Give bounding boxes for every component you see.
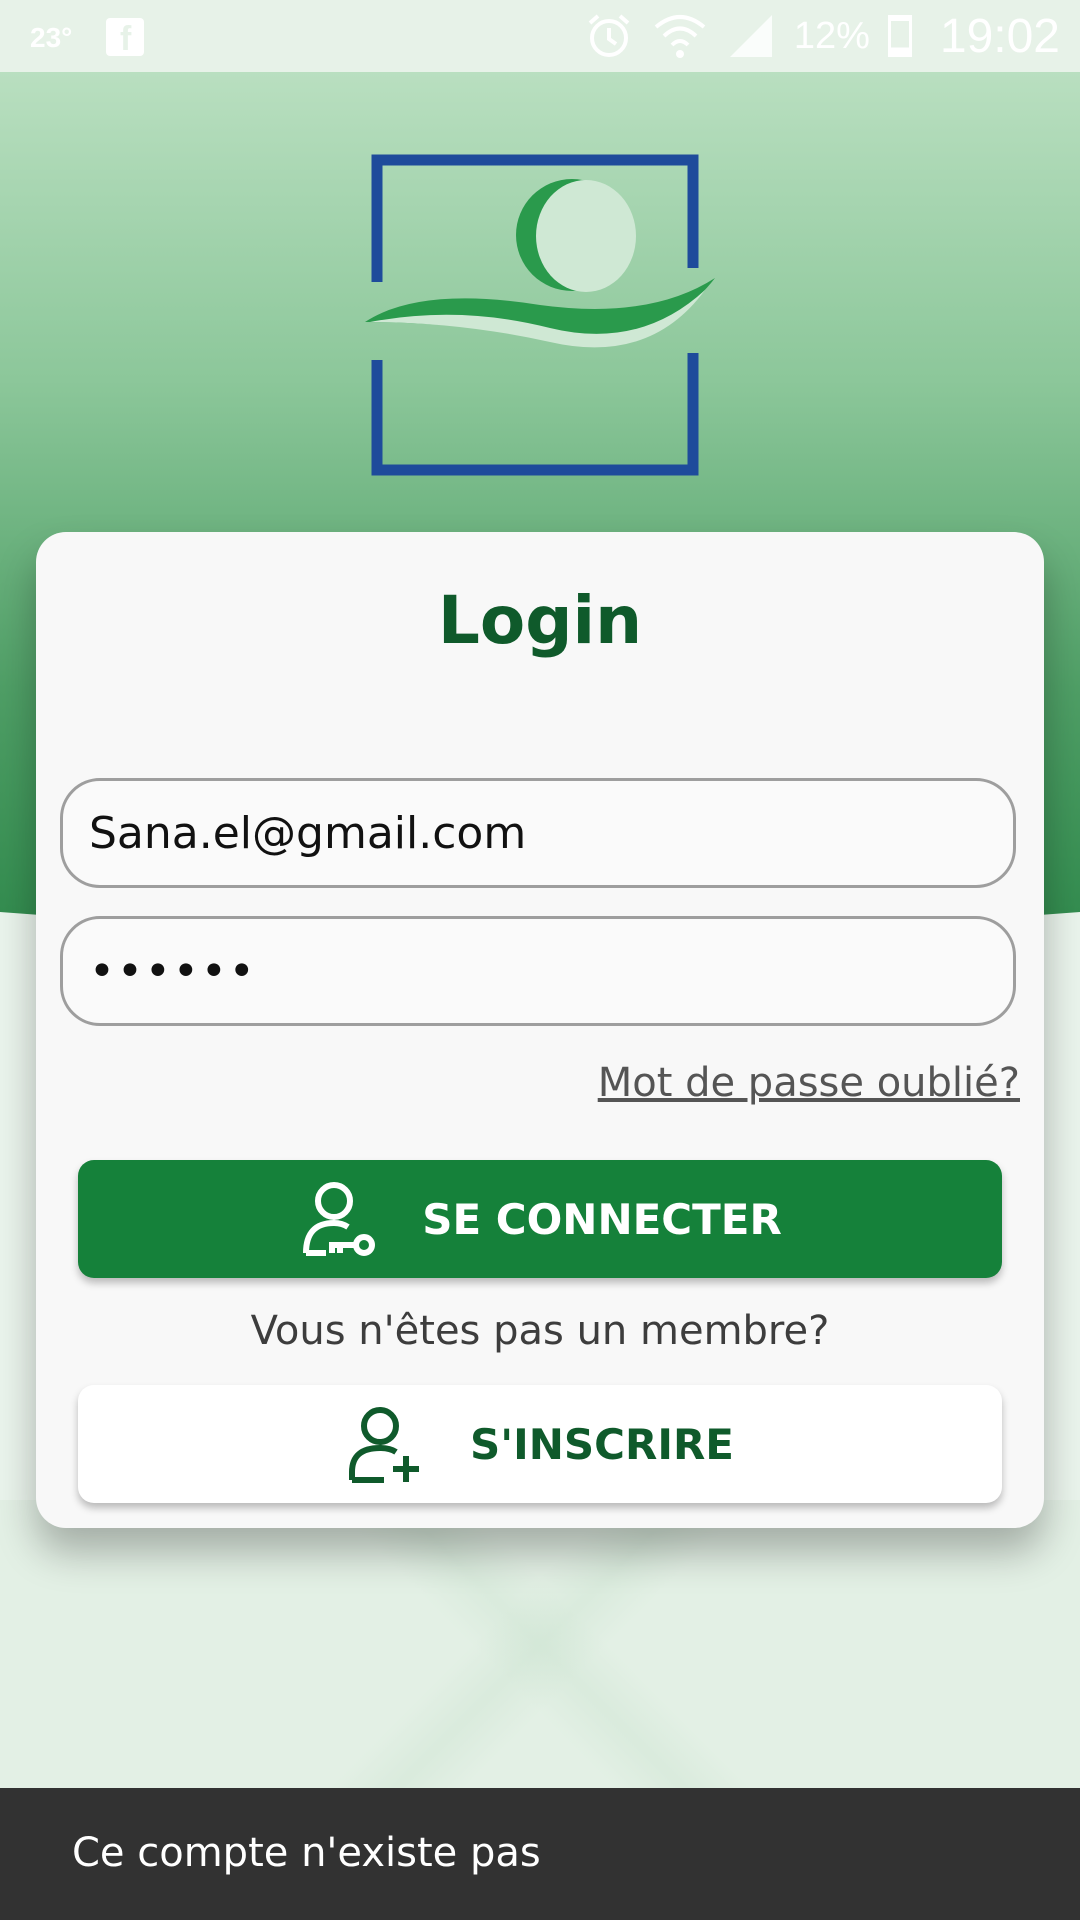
user-key-icon <box>303 1182 376 1256</box>
signal-icon <box>729 15 772 57</box>
snackbar-message: Ce compte n'existe pas <box>72 1830 541 1876</box>
page-title: Login <box>437 582 643 659</box>
battery-icon <box>887 15 912 57</box>
snackbar: Ce compte n'existe pas <box>0 1788 1080 1920</box>
clock: 19:02 <box>939 9 1060 63</box>
signup-button-label: S'INSCRIRE <box>470 1419 734 1469</box>
lower-background <box>0 1500 1080 1790</box>
signup-button[interactable]: S'INSCRIRE <box>78 1385 1002 1503</box>
email-value: Sana.el@gmail.com <box>89 807 527 859</box>
password-value: •••••• <box>89 945 257 997</box>
login-card: Login Sana.el@gmail.com •••••• Mot de pa… <box>36 532 1044 1528</box>
status-icons: 12% 19:02 <box>584 8 1060 64</box>
facebook-icon: f <box>106 18 144 58</box>
alarm-icon <box>588 14 630 57</box>
login-button[interactable]: SE CONNECTER <box>78 1160 1002 1278</box>
battery-percent: 12% <box>793 14 870 57</box>
forgot-password-link[interactable]: Mot de passe oublié? <box>598 1060 1020 1106</box>
login-button-label: SE CONNECTER <box>422 1194 782 1244</box>
app-logo <box>365 154 715 476</box>
password-field[interactable]: •••••• <box>60 916 1016 1026</box>
add-user-icon <box>349 1407 420 1483</box>
member-prompt: Vous n'êtes pas un membre? <box>250 1308 830 1354</box>
temperature-text: 23° <box>30 22 73 53</box>
status-bar: 23° f 12% 19:02 <box>0 0 1080 72</box>
email-field[interactable]: Sana.el@gmail.com <box>60 778 1016 888</box>
wifi-icon <box>654 15 706 58</box>
